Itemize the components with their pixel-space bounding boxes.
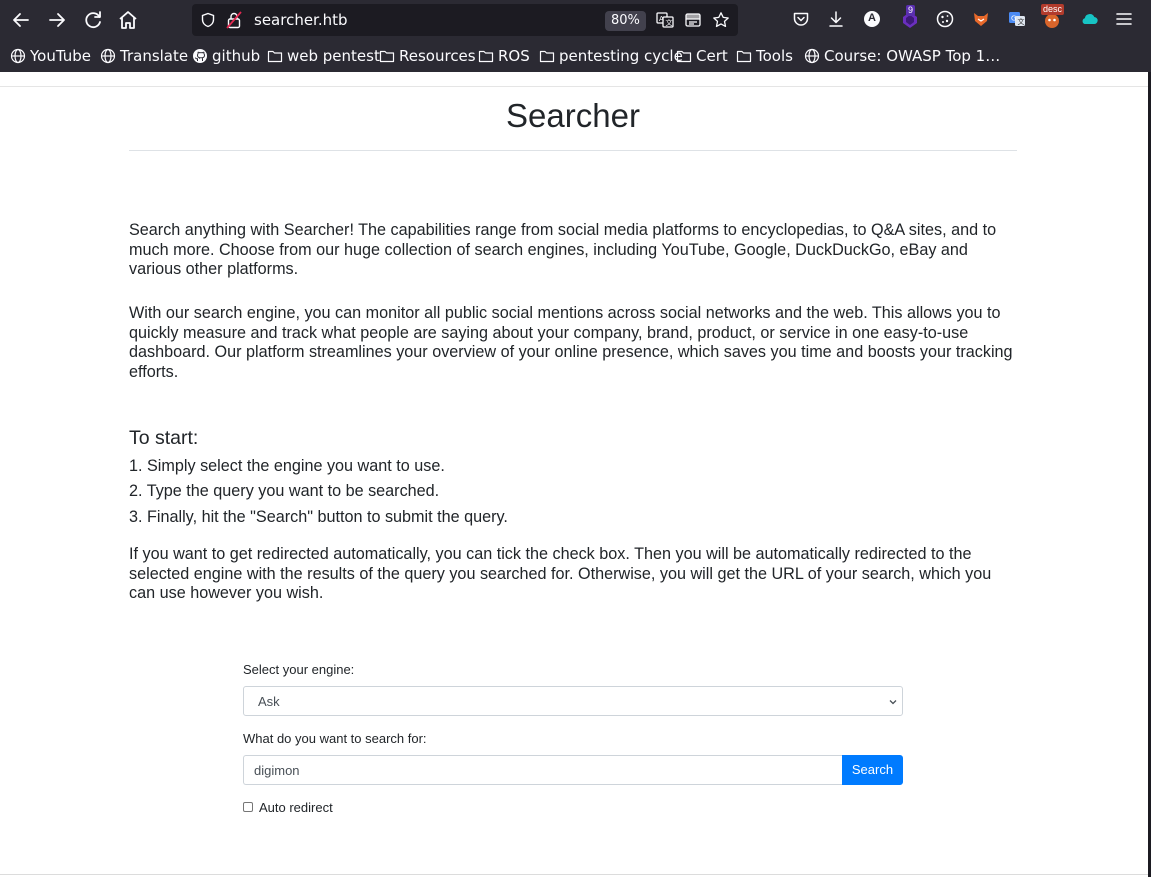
reload-button[interactable] (81, 8, 105, 32)
query-input-value: digimon (254, 763, 300, 778)
zoom-level-badge[interactable]: 80% (605, 11, 646, 31)
step-1: 1. Simply select the engine you want to … (129, 457, 445, 475)
extension-purple-button[interactable]: 9 (900, 5, 920, 29)
account-button[interactable]: A (862, 9, 882, 29)
bookmark-course-owasp[interactable]: Course: OWASP Top 1… (804, 47, 1000, 65)
extension-label-badge: desc (1041, 4, 1065, 15)
forward-button[interactable] (45, 8, 69, 32)
svg-text:文: 文 (1018, 17, 1025, 26)
bookmark-label: github (212, 47, 261, 65)
arrow-right-icon (49, 13, 65, 27)
page-top-divider (0, 86, 1148, 87)
cookie-extension-button[interactable] (935, 9, 955, 29)
reload-icon (85, 11, 101, 29)
bookmark-github[interactable]: github (192, 47, 260, 65)
step-2: 2. Type the query you want to be searche… (129, 482, 440, 500)
engine-select-value: Ask (258, 694, 280, 709)
engine-select-label: Select your engine: (243, 662, 355, 677)
globe-icon (100, 48, 116, 64)
bookmark-label: Resources (399, 47, 476, 65)
query-input-label: What do you want to search for: (243, 731, 427, 746)
bookmark-label: Tools (756, 47, 793, 65)
intro-paragraph-2: With our search engine, you can monitor … (129, 304, 1013, 381)
bookmark-label: Cert (696, 47, 728, 65)
step-3: 3. Finally, hit the "Search" button to s… (129, 508, 508, 526)
cloud-icon (1082, 14, 1098, 25)
translate-page-icon[interactable]: A文 (656, 11, 674, 29)
svg-text:G: G (1011, 15, 1016, 23)
url-bar[interactable]: searcher.htb 80% A文 (192, 4, 738, 36)
bookmark-folder-tools[interactable]: Tools (736, 47, 793, 65)
bookmark-label: YouTube (30, 47, 91, 65)
back-button[interactable] (9, 8, 33, 32)
page-title: Searcher (506, 97, 640, 134)
globe-icon (10, 48, 26, 64)
cookie-icon (936, 10, 954, 28)
translate-icon: G文 (1009, 12, 1025, 26)
account-letter: A (868, 12, 876, 24)
redirect-note-paragraph: If you want to get redirected automatica… (129, 545, 992, 602)
title-divider (129, 150, 1017, 151)
folder-icon (676, 50, 692, 63)
bookmark-translate[interactable]: Translate (100, 47, 188, 65)
folder-icon (379, 50, 395, 63)
home-button[interactable] (116, 8, 140, 32)
bookmark-youtube[interactable]: YouTube (10, 47, 91, 65)
tracking-protection-shield-icon[interactable] (200, 12, 216, 28)
browser-chrome: searcher.htb 80% A文 A 9 G 文 desc YouTube… (0, 0, 1151, 72)
bookmark-star-icon[interactable] (712, 11, 730, 29)
url-text[interactable]: searcher.htb (254, 11, 348, 29)
folder-icon (539, 50, 555, 63)
auto-redirect-checkbox[interactable] (243, 802, 253, 812)
bookmarks-toolbar: YouTube Translate github web pentest Res… (0, 40, 1151, 72)
arrow-left-icon (13, 13, 29, 27)
wappalyzer-button[interactable]: desc (1041, 4, 1065, 29)
fox-icon (974, 13, 988, 26)
reader-view-icon[interactable] (684, 11, 702, 29)
query-input[interactable]: digimon (243, 755, 842, 785)
pocket-button[interactable] (791, 9, 811, 29)
bookmark-folder-ros[interactable]: ROS (478, 47, 530, 65)
extension-count-badge: 9 (906, 5, 916, 16)
page-bottom-divider (0, 874, 1148, 875)
downloads-button[interactable] (826, 9, 846, 29)
github-icon (193, 49, 207, 63)
bookmark-label: web pentest (287, 47, 380, 65)
folder-icon (478, 50, 494, 63)
bookmark-label: ROS (498, 47, 530, 65)
svg-text:文: 文 (666, 18, 673, 27)
intro-paragraph-1: Search anything with Searcher! The capab… (129, 221, 997, 278)
bookmark-folder-pentesting-cycle[interactable]: pentesting cycle (539, 47, 683, 65)
chevron-down-icon (889, 700, 897, 705)
to-start-heading: To start: (129, 427, 199, 449)
translate-extension-button[interactable]: G文 (1007, 9, 1027, 29)
cloud-extension-button[interactable] (1079, 9, 1099, 29)
bookmark-folder-web-pentest[interactable]: web pentest (267, 47, 380, 65)
svg-text:A: A (659, 15, 664, 23)
globe-icon (804, 48, 820, 64)
auto-redirect-label[interactable]: Auto redirect (259, 800, 333, 815)
bookmark-folder-resources[interactable]: Resources (379, 47, 476, 65)
pocket-icon (793, 12, 809, 26)
download-icon (829, 11, 843, 27)
app-menu-button[interactable] (1114, 9, 1134, 29)
folder-icon (267, 50, 283, 63)
home-icon (119, 11, 137, 29)
engine-select[interactable]: Ask (243, 686, 903, 716)
bookmark-label: Translate (120, 47, 189, 65)
search-button[interactable]: Search (842, 755, 903, 785)
foxyproxy-button[interactable] (971, 9, 991, 29)
bookmark-label: pentesting cycle (559, 47, 683, 65)
insecure-lock-icon[interactable] (226, 11, 242, 29)
bookmark-folder-cert[interactable]: Cert (676, 47, 728, 65)
folder-icon (736, 50, 752, 63)
bookmark-label: Course: OWASP Top 1… (824, 47, 1001, 65)
hamburger-menu-icon (1116, 13, 1132, 25)
navigation-toolbar: searcher.htb 80% A文 A 9 G 文 desc (0, 0, 1151, 40)
